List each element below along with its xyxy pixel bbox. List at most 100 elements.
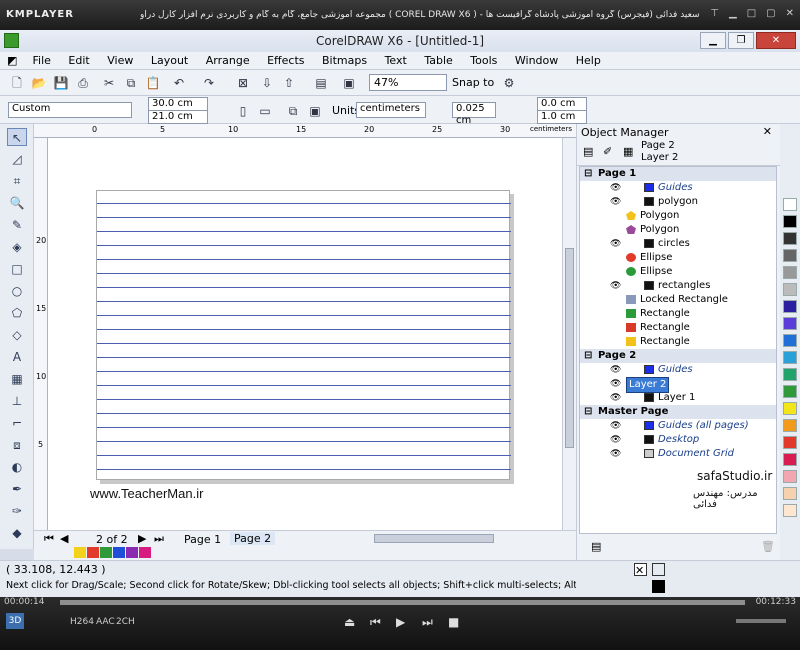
stop-icon[interactable]: ■ <box>448 615 459 629</box>
tree-layer-node[interactable]: 👁 Guides (all pages) <box>580 419 776 433</box>
document-palette-swatch[interactable] <box>126 547 138 558</box>
play-icon[interactable]: ▶ <box>396 615 405 629</box>
transparency-tool-icon[interactable]: ◐ <box>7 458 27 476</box>
volume-slider[interactable] <box>736 619 786 623</box>
export-icon[interactable]: ⇧ <box>280 74 298 92</box>
menu-edit[interactable]: Edit <box>61 52 96 69</box>
minimize-icon[interactable]: ▁ <box>729 8 737 19</box>
save-icon[interactable]: 💾 <box>52 74 70 92</box>
collapse-icon[interactable]: ⊟ <box>584 349 592 363</box>
tree-page-node[interactable]: ⊟ Page 2 <box>580 349 776 363</box>
tree-page-node[interactable]: ⊟ Master Page <box>580 405 776 419</box>
rectangle-tool-icon[interactable]: □ <box>7 260 27 278</box>
minimize-button[interactable]: ▁ <box>700 32 726 49</box>
options-icon[interactable]: ⚙ <box>500 74 518 92</box>
dimension-tool-icon[interactable]: ⊥ <box>7 392 27 410</box>
menu-bitmaps[interactable]: Bitmaps <box>315 52 374 69</box>
application-launcher-icon[interactable]: ▤ <box>312 74 330 92</box>
menu-text[interactable]: Text <box>378 52 414 69</box>
guide-line[interactable] <box>97 399 511 400</box>
crop-tool-icon[interactable]: ⌗ <box>7 172 27 190</box>
tree-layer-node[interactable]: 👁 Desktop <box>580 433 776 447</box>
pick-tool-icon[interactable]: ↖ <box>7 128 27 146</box>
delete-icon[interactable]: 🗑 <box>761 540 775 553</box>
guide-line[interactable] <box>97 343 511 344</box>
palette-swatch[interactable] <box>783 300 797 313</box>
paste-icon[interactable]: 📋 <box>144 74 162 92</box>
copy-icon[interactable]: ⧉ <box>122 74 140 92</box>
palette-swatch[interactable] <box>783 402 797 415</box>
fill-tool-icon[interactable]: ◆ <box>7 524 27 542</box>
kmplayer-logo[interactable]: KMPLAYER <box>6 9 74 20</box>
undo-icon[interactable]: ↶ <box>170 74 188 92</box>
palette-swatch[interactable] <box>783 385 797 398</box>
tree-layer-node[interactable]: 👁 circles <box>580 237 776 251</box>
guide-line[interactable] <box>97 217 511 218</box>
scroll-thumb[interactable] <box>565 248 574 448</box>
next-icon[interactable]: ⏭ <box>422 615 433 630</box>
outline-pen-icon[interactable]: ✑ <box>7 502 27 520</box>
guide-line[interactable] <box>97 455 511 456</box>
collapse-icon[interactable]: ⊟ <box>584 167 592 181</box>
guide-line[interactable] <box>97 441 511 442</box>
landscape-icon[interactable]: ▭ <box>256 102 274 120</box>
tree-layer-node[interactable]: 👁 polygon <box>580 195 776 209</box>
previous-icon[interactable]: ⏮ <box>370 615 381 630</box>
tab-page-1[interactable]: Page 1 <box>184 533 221 546</box>
import-icon[interactable]: ⇩ <box>258 74 276 92</box>
page-height-input[interactable]: 21.0 cm <box>148 110 208 124</box>
basic-shapes-icon[interactable]: ◇ <box>7 326 27 344</box>
visibility-icon[interactable]: 👁 <box>610 419 621 433</box>
fullscreen-icon[interactable]: ▢ <box>766 8 775 19</box>
duplicate-distance-y-input[interactable]: 1.0 cm <box>537 110 587 124</box>
guide-line[interactable] <box>97 301 511 302</box>
visibility-icon[interactable]: 👁 <box>610 279 621 293</box>
tree-object-node[interactable]: Rectangle <box>580 321 776 335</box>
smart-fill-icon[interactable]: ◈ <box>7 238 27 256</box>
guide-line[interactable] <box>97 245 511 246</box>
3d-icon[interactable]: 3D <box>6 613 24 629</box>
palette-swatch[interactable] <box>783 504 797 517</box>
cut-icon[interactable]: ✂ <box>100 74 118 92</box>
snap-to-dropdown[interactable]: Snap to <box>452 76 494 89</box>
fill-indicator[interactable]: ✕ <box>634 563 647 577</box>
palette-swatch[interactable] <box>783 249 797 262</box>
tree-object-node[interactable]: Polygon <box>580 209 776 223</box>
show-object-properties-icon[interactable]: ▤ <box>583 145 593 158</box>
visibility-icon[interactable]: 👁 <box>610 181 621 195</box>
guide-line[interactable] <box>97 413 511 414</box>
visibility-icon[interactable]: 👁 <box>610 391 621 405</box>
portrait-icon[interactable]: ▯ <box>234 102 252 120</box>
palette-swatch[interactable] <box>783 419 797 432</box>
palette-swatch[interactable] <box>783 351 797 364</box>
tree-object-node[interactable]: Rectangle <box>580 335 776 349</box>
seek-bar[interactable] <box>60 600 745 605</box>
ellipse-tool-icon[interactable]: ○ <box>7 282 27 300</box>
guide-line[interactable] <box>97 315 511 316</box>
vertical-scrollbar[interactable] <box>562 138 576 530</box>
edit-across-layers-icon[interactable]: ✐ <box>603 145 612 158</box>
menu-table[interactable]: Table <box>417 52 459 69</box>
visibility-icon[interactable]: 👁 <box>610 363 621 377</box>
menu-arrange[interactable]: Arrange <box>199 52 257 69</box>
current-page-icon[interactable]: ▣ <box>306 102 324 120</box>
visibility-icon[interactable]: 👁 <box>610 447 621 461</box>
next-page-icon[interactable]: ▶ <box>138 532 146 545</box>
menu-window[interactable]: Window <box>508 52 565 69</box>
collapse-icon[interactable]: ⊟ <box>584 405 592 419</box>
menu-view[interactable]: View <box>100 52 140 69</box>
document-palette-swatch[interactable] <box>87 547 99 558</box>
polygon-tool-icon[interactable]: ⬠ <box>7 304 27 322</box>
guide-line[interactable] <box>97 287 511 288</box>
page-size-preset-select[interactable]: Custom <box>8 102 132 118</box>
guide-line[interactable] <box>97 371 511 372</box>
guide-line[interactable] <box>97 231 511 232</box>
page-width-input[interactable]: 30.0 cm <box>148 97 208 111</box>
guide-line[interactable] <box>97 357 511 358</box>
tree-object-node[interactable]: Rectangle <box>580 307 776 321</box>
visibility-icon[interactable]: 👁 <box>610 237 621 251</box>
open-icon[interactable]: 📂 <box>30 74 48 92</box>
palette-swatch[interactable] <box>783 283 797 296</box>
search-content-icon[interactable]: ⊠ <box>234 74 252 92</box>
blend-tool-icon[interactable]: ⧈ <box>7 436 27 454</box>
